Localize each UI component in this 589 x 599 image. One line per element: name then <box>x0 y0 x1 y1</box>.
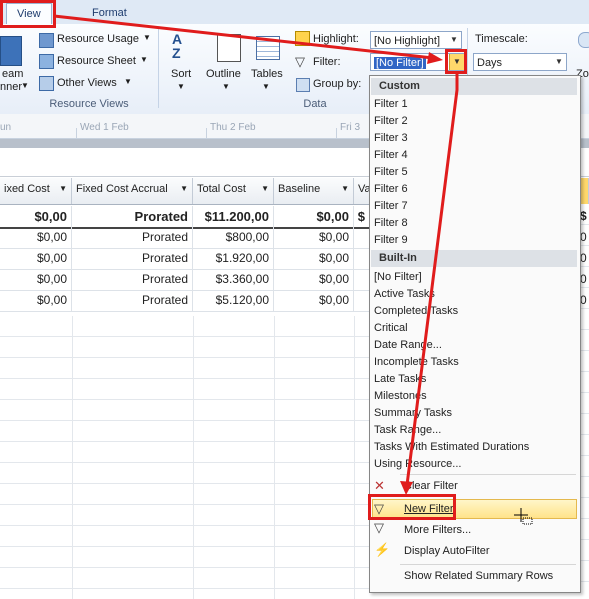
annotation-arrows <box>53 14 459 495</box>
